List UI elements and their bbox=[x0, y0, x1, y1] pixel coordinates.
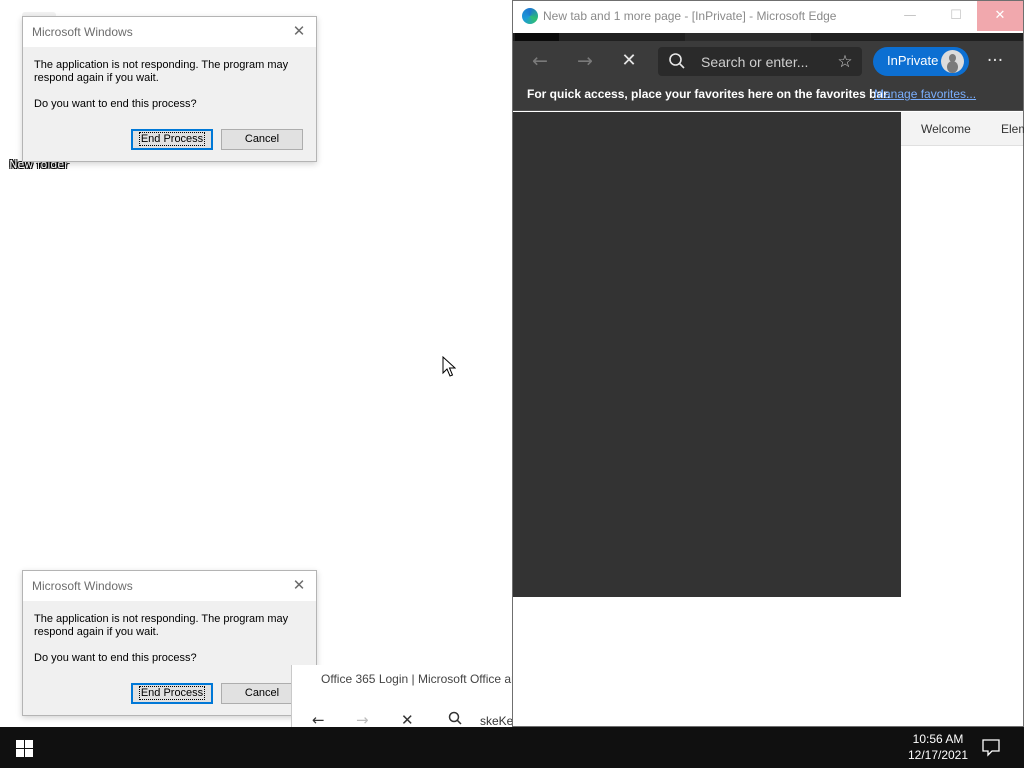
dialog-message: The application is not responding. The p… bbox=[34, 59, 289, 84]
dialog-title: Microsoft Windows bbox=[32, 579, 133, 593]
forward-button[interactable]: → bbox=[574, 50, 596, 72]
inprivate-button[interactable]: InPrivate bbox=[873, 47, 969, 76]
clock-date: 12/17/2021 bbox=[907, 748, 969, 762]
edge-window: New tab and 1 more page - [InPrivate] - … bbox=[512, 0, 1024, 727]
edge-titlebar[interactable]: New tab and 1 more page - [InPrivate] - … bbox=[513, 1, 1023, 33]
end-process-button[interactable]: End Process bbox=[131, 683, 213, 704]
windows-logo-icon bbox=[25, 749, 33, 757]
address-placeholder: Search or enter... bbox=[701, 54, 809, 70]
background-browser-window[interactable]: Office 365 Login | Microsoft Office ar ←… bbox=[291, 665, 515, 729]
background-nav-row: ← → ✕ skeKe bbox=[292, 709, 514, 729]
dialog-titlebar[interactable]: Microsoft Windows ✕ bbox=[23, 571, 316, 601]
edge-toolbar: ← → ✕ Search or enter... ☆ InPrivate ··· bbox=[513, 41, 1023, 81]
edge-window-title: New tab and 1 more page - [InPrivate] - … bbox=[543, 9, 837, 23]
taskbar: 10:56 AM 12/17/2021 bbox=[0, 727, 1024, 768]
side-panel: Welcome Elem bbox=[901, 112, 1024, 597]
favorites-bar-text: For quick access, place your favorites h… bbox=[527, 87, 891, 101]
clock-time: 10:56 AM bbox=[912, 732, 964, 746]
tab-2[interactable] bbox=[685, 33, 811, 41]
address-bar[interactable]: Search or enter... ☆ bbox=[658, 47, 862, 76]
windows-logo-icon bbox=[25, 740, 33, 748]
dialog-titlebar[interactable]: Microsoft Windows ✕ bbox=[23, 17, 316, 47]
close-icon[interactable]: ✕ bbox=[290, 576, 308, 594]
search-icon bbox=[668, 52, 686, 70]
cancel-button[interactable]: Cancel bbox=[221, 129, 303, 150]
not-responding-dialog: Microsoft Windows ✕ The application is n… bbox=[22, 570, 317, 716]
mouse-cursor-icon bbox=[442, 355, 457, 378]
back-button[interactable]: ← bbox=[529, 50, 551, 72]
more-options-icon[interactable]: ··· bbox=[983, 50, 1007, 72]
side-tab-elements[interactable]: Elem bbox=[1001, 122, 1024, 136]
background-tab-title[interactable]: Office 365 Login | Microsoft Office ar bbox=[321, 672, 515, 686]
minimize-button[interactable]: — bbox=[887, 1, 933, 31]
end-process-label: End Process bbox=[138, 686, 206, 700]
not-responding-dialog: Microsoft Windows ✕ The application is n… bbox=[22, 16, 317, 162]
close-icon[interactable]: ✕ bbox=[290, 22, 308, 40]
inprivate-label: InPrivate bbox=[887, 53, 939, 68]
stop-loading-button[interactable]: ✕ bbox=[618, 50, 640, 72]
tab-strip bbox=[513, 33, 1023, 41]
close-window-button[interactable]: ✕ bbox=[977, 1, 1023, 31]
dialog-question: Do you want to end this process? bbox=[34, 98, 197, 110]
dialog-question: Do you want to end this process? bbox=[34, 652, 197, 664]
background-address-text[interactable]: skeKe bbox=[480, 714, 513, 728]
end-process-label: End Process bbox=[138, 132, 206, 146]
windows-logo-icon bbox=[16, 740, 24, 748]
add-favorite-icon[interactable]: ☆ bbox=[834, 51, 856, 73]
page-content bbox=[513, 112, 901, 597]
favorites-bar: For quick access, place your favorites h… bbox=[513, 81, 1023, 111]
edge-logo-icon bbox=[522, 8, 538, 24]
side-panel-tabs: Welcome Elem bbox=[901, 112, 1024, 146]
maximize-button[interactable]: ☐ bbox=[933, 1, 979, 31]
tab-1[interactable] bbox=[515, 33, 559, 41]
dialog-message: The application is not responding. The p… bbox=[34, 613, 289, 638]
avatar-icon bbox=[941, 50, 964, 73]
side-tab-welcome[interactable]: Welcome bbox=[921, 122, 971, 136]
end-process-button[interactable]: End Process bbox=[131, 129, 213, 150]
start-button[interactable] bbox=[0, 727, 48, 768]
manage-favorites-link[interactable]: Manage favorites... bbox=[874, 87, 976, 101]
system-clock[interactable]: 10:56 AM 12/17/2021 bbox=[898, 731, 978, 763]
windows-logo-icon bbox=[16, 749, 24, 757]
action-center-icon[interactable] bbox=[981, 737, 1001, 757]
dialog-title: Microsoft Windows bbox=[32, 25, 133, 39]
